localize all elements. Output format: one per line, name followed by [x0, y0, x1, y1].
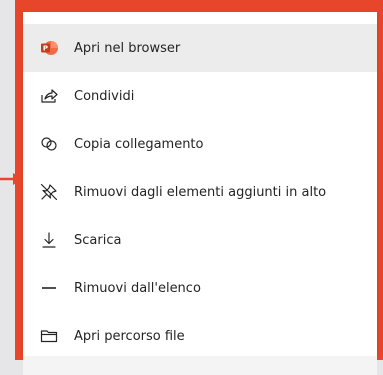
powerpoint-icon: P	[39, 38, 59, 58]
menu-item-label: Apri percorso file	[74, 328, 185, 344]
link-icon	[39, 134, 59, 154]
menu-item-open-file-location[interactable]: Apri percorso file	[23, 312, 377, 360]
context-menu: P Apri nel browser Condividi Copia colle…	[23, 12, 377, 356]
remove-icon	[39, 278, 59, 298]
menu-item-label: Copia collegamento	[74, 136, 204, 152]
menu-bottom-edge	[23, 356, 377, 375]
unpin-icon	[39, 182, 59, 202]
menu-item-label: Rimuovi dall'elenco	[74, 280, 201, 296]
menu-item-label: Scarica	[74, 232, 122, 248]
folder-icon	[39, 326, 59, 346]
menu-item-label: Rimuovi dagli elementi aggiunti in alto	[74, 184, 327, 200]
menu-item-unpin[interactable]: Rimuovi dagli elementi aggiunti in alto	[23, 168, 377, 216]
menu-item-share[interactable]: Condividi	[23, 72, 377, 120]
share-icon	[39, 86, 59, 106]
menu-item-label: Apri nel browser	[74, 40, 181, 56]
menu-item-remove-from-list[interactable]: Rimuovi dall'elenco	[23, 264, 377, 312]
menu-item-label: Condividi	[74, 88, 135, 104]
menu-item-download[interactable]: Scarica	[23, 216, 377, 264]
svg-text:P: P	[43, 45, 48, 53]
download-icon	[39, 230, 59, 250]
menu-item-open-in-browser[interactable]: P Apri nel browser	[23, 24, 377, 72]
menu-item-copy-link[interactable]: Copia collegamento	[23, 120, 377, 168]
pointer-arrow-icon	[0, 173, 23, 185]
